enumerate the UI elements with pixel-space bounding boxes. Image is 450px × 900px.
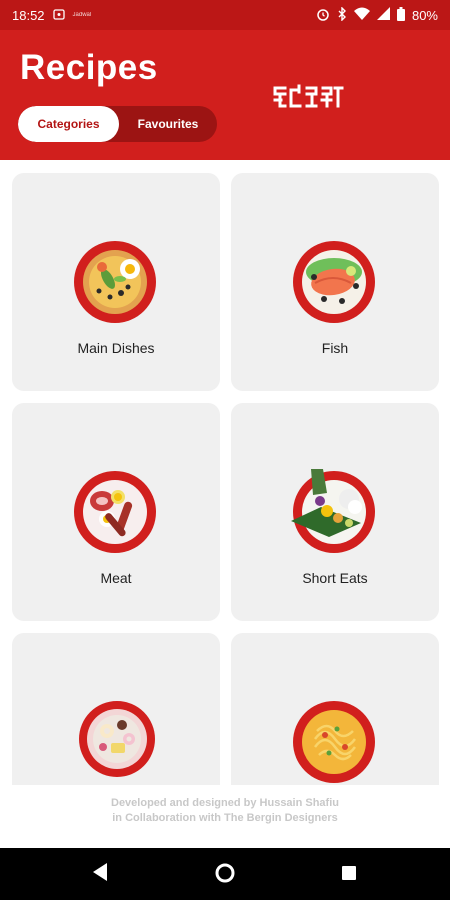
category-card-meat[interactable]: Meat: [12, 403, 220, 621]
category-label: Main Dishes: [77, 340, 155, 356]
recents-icon[interactable]: [341, 865, 357, 886]
system-nav-bar: [0, 848, 450, 900]
meat-plate-icon: [74, 471, 156, 553]
category-card-5[interactable]: [12, 633, 220, 785]
status-time: 18:52: [12, 7, 45, 23]
category-card-6[interactable]: [231, 633, 439, 785]
wifi-icon: [353, 7, 370, 23]
category-tabs: Categories Favourites: [18, 106, 217, 142]
credits-line-1: Developed and designed by Hussain Shafiu: [111, 797, 339, 809]
page-title: Recipes: [20, 48, 158, 87]
alarm-icon: [316, 7, 330, 24]
signal-icon: [376, 7, 390, 23]
category-label: Meat: [100, 570, 132, 586]
sweets-plate-icon: [79, 701, 155, 777]
category-label: Short Eats: [302, 570, 368, 586]
short-eats-plate-icon: [291, 469, 375, 553]
status-tiny-label: Jadwal: [72, 12, 92, 18]
credits-footer: Developed and designed by Hussain Shafiu…: [0, 785, 450, 848]
tab-categories[interactable]: Categories: [18, 106, 119, 142]
home-icon[interactable]: [215, 863, 235, 888]
brand-logo-mark: [273, 84, 344, 108]
main-dishes-plate-icon: [74, 241, 156, 323]
category-card-main-dishes[interactable]: Main Dishes: [12, 173, 220, 391]
app-header: Recipes Categories Favourites: [0, 30, 450, 160]
status-bar: 18:52 Jadwal 80%: [0, 0, 450, 30]
alarm-notification-icon: [52, 8, 65, 23]
fish-plate-icon: [293, 241, 375, 323]
category-card-fish[interactable]: Fish: [231, 173, 439, 391]
brand-logo: [272, 82, 344, 116]
category-grid: Main Dishes Fish Meat Short Eats: [12, 173, 440, 785]
noodles-plate-icon: [293, 701, 375, 783]
bluetooth-icon: [337, 5, 347, 24]
status-right: 80%: [316, 5, 438, 24]
tab-favourites[interactable]: Favourites: [119, 106, 217, 142]
category-card-short-eats[interactable]: Short Eats: [231, 403, 439, 621]
back-icon[interactable]: [91, 862, 109, 887]
credits-line-2: in Collaboration with The Bergin Designe…: [112, 812, 338, 824]
status-left: 18:52 Jadwal: [12, 8, 91, 23]
battery-icon: [396, 6, 405, 24]
battery-percent: 80%: [411, 7, 438, 23]
category-label: Fish: [321, 340, 349, 356]
